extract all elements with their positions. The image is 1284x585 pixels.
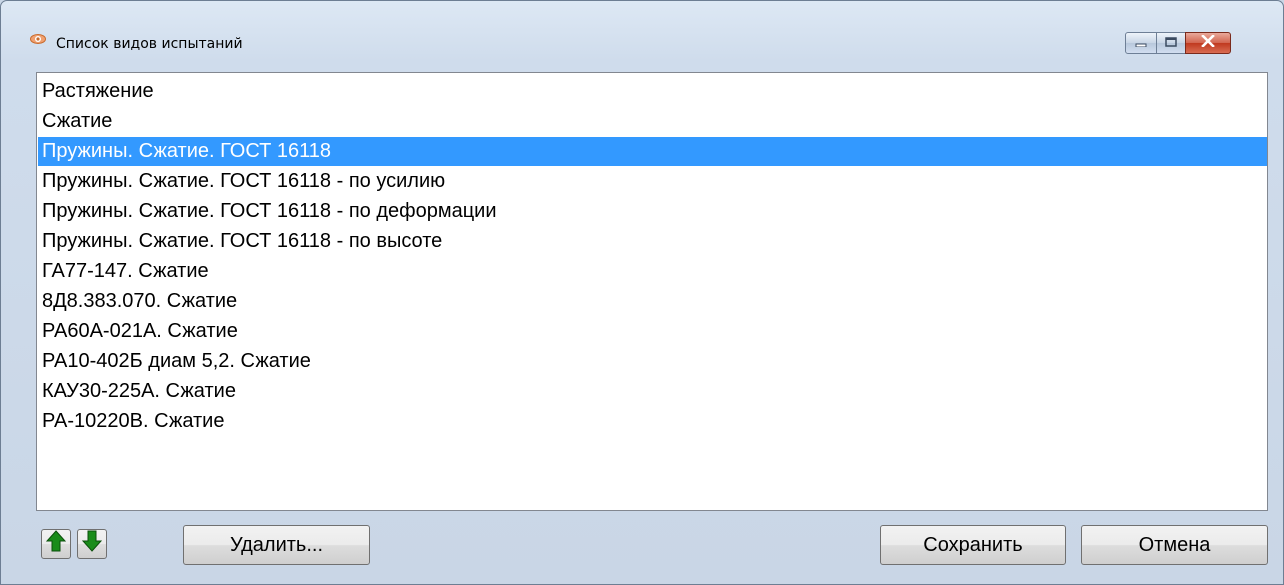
arrow-up-icon bbox=[45, 530, 67, 558]
cancel-button-label: Отмена bbox=[1138, 533, 1211, 556]
close-icon bbox=[1201, 34, 1215, 52]
arrow-down-icon bbox=[81, 530, 103, 558]
list-item[interactable]: Растяжение bbox=[38, 77, 1267, 106]
title-bar[interactable]: Список видов испытаний bbox=[1, 1, 1283, 63]
maximize-icon bbox=[1165, 34, 1177, 52]
list-item[interactable]: КАУ30-225А. Сжатие bbox=[38, 377, 1267, 406]
save-button-label: Сохранить bbox=[923, 533, 1023, 556]
dialog-window: Список видов испытаний Растяжение Сжатие… bbox=[0, 0, 1284, 585]
move-up-button[interactable] bbox=[41, 529, 71, 559]
close-button[interactable] bbox=[1185, 32, 1231, 54]
minimize-button[interactable] bbox=[1125, 32, 1157, 54]
maximize-button[interactable] bbox=[1156, 32, 1186, 54]
list-item[interactable]: 8Д8.383.070. Сжатие bbox=[38, 287, 1267, 316]
list-item[interactable]: Пружины. Сжатие. ГОСТ 16118 - по деформа… bbox=[38, 197, 1267, 226]
list-item[interactable]: Сжатие bbox=[38, 107, 1267, 136]
minimize-icon bbox=[1135, 34, 1147, 52]
list-item[interactable]: РА60А-021А. Сжатие bbox=[38, 317, 1267, 346]
list-item[interactable]: РА10-402Б диам 5,2. Сжатие bbox=[38, 347, 1267, 376]
move-down-button[interactable] bbox=[77, 529, 107, 559]
list-item[interactable]: ГА77-147. Сжатие bbox=[38, 257, 1267, 286]
delete-button-label: Удалить... bbox=[229, 533, 324, 556]
list-item[interactable]: РА-10220В. Сжатие bbox=[38, 407, 1267, 436]
app-eye-icon bbox=[30, 31, 46, 44]
window-title: Список видов испытаний bbox=[56, 36, 243, 52]
list-item[interactable]: Пружины. Сжатие. ГОСТ 16118 - по усилию bbox=[38, 167, 1267, 196]
save-button[interactable]: Сохранить bbox=[880, 525, 1066, 565]
cancel-button[interactable]: Отмена bbox=[1081, 525, 1268, 565]
delete-button[interactable]: Удалить... bbox=[183, 525, 370, 565]
list-item[interactable]: Пружины. Сжатие. ГОСТ 16118 - по высоте bbox=[38, 227, 1267, 256]
test-types-listbox[interactable]: Растяжение Сжатие Пружины. Сжатие. ГОСТ … bbox=[36, 72, 1268, 511]
list-item-selected[interactable]: Пружины. Сжатие. ГОСТ 16118 bbox=[38, 137, 1267, 166]
